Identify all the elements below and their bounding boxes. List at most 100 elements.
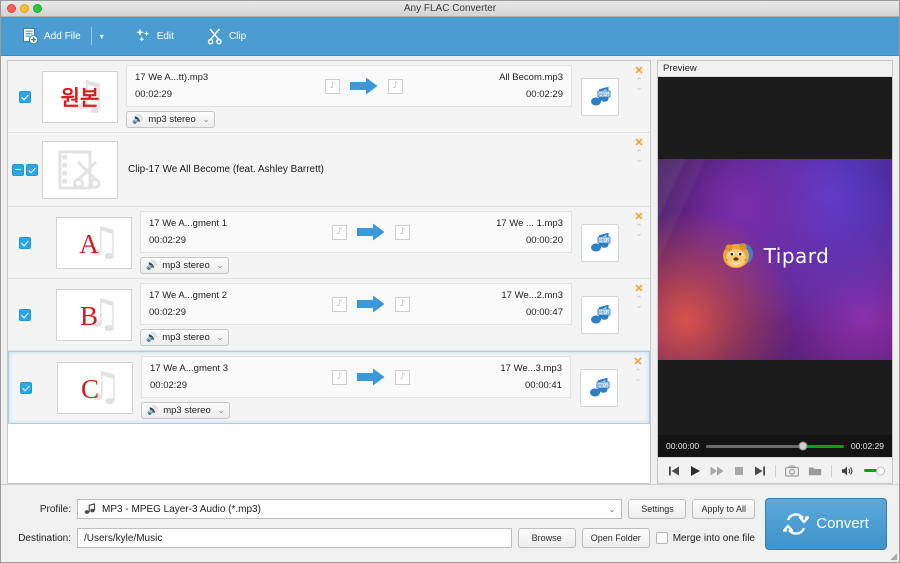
table-row[interactable]: ♫ A 17 We A...gment 1 00:02:29 ♪ ♪ 17 We… <box>8 207 650 279</box>
source-format-icon: ♪ <box>332 224 347 240</box>
leopard-logo-icon <box>722 243 753 268</box>
clip-button[interactable]: Clip <box>198 23 254 49</box>
profile-select[interactable]: MP3 - MPEG Layer-3 Audio (*.mp3) ⌄ <box>77 499 623 519</box>
row-checkbox[interactable] <box>19 236 31 249</box>
destination-input[interactable]: /Users/kyle/Music <box>77 528 512 548</box>
audio-track-select[interactable]: 🔊 mp3 stereo ⌄ <box>126 111 216 128</box>
speaker-icon: 🔊 <box>146 260 158 270</box>
source-filename: 17 We A...gment 1 <box>149 218 227 229</box>
resize-grip-icon[interactable]: ◢ <box>890 552 897 561</box>
output-format-cell[interactable]: MP3 <box>571 352 627 423</box>
window-title: Any FLAC Converter <box>403 2 497 14</box>
chevron-down-icon: ⌄ <box>202 115 210 124</box>
previous-button[interactable] <box>668 465 680 477</box>
reorder-row-icon[interactable]: ⌃ ⌄ <box>635 149 643 164</box>
row-select-cell <box>9 352 43 423</box>
chevron-down-icon: ⌄ <box>608 504 616 514</box>
row-thumbnail: ♫ C <box>57 361 133 414</box>
merge-label: Merge into one file <box>672 532 755 544</box>
remove-row-icon[interactable]: ✕ <box>634 212 643 223</box>
thumbnail-label: C <box>80 374 99 404</box>
reorder-row-icon[interactable]: ⌃ ⌄ <box>635 77 643 92</box>
remove-row-icon[interactable]: ✕ <box>634 284 643 295</box>
file-list-empty-area <box>8 424 650 483</box>
add-file-button[interactable]: Add File <box>13 23 89 49</box>
main-toolbar: Add File ▾ Edit Clip <box>1 17 899 56</box>
play-button[interactable] <box>689 465 701 477</box>
settings-button[interactable]: Settings <box>628 499 687 519</box>
film-scissors-icon <box>58 150 101 189</box>
reorder-row-icon[interactable]: ⌃ ⌄ <box>634 368 642 383</box>
row-conversion-summary: 17 We A...gment 1 00:02:29 ♪ ♪ 17 We ...… <box>140 211 572 253</box>
arrow-right-icon <box>350 77 378 95</box>
target-format-icon: ♪ <box>395 296 410 312</box>
profile-label: Profile: <box>39 503 71 515</box>
target-info: 17 We...2.mn3 00:00:47 <box>413 290 563 318</box>
output-format-cell[interactable]: MP3 <box>572 279 628 350</box>
audio-track-label: mp3 stereo <box>163 405 211 416</box>
output-format-box: MP3 <box>580 368 618 407</box>
table-row[interactable]: Clip-17 We All Become (feat. Ashley Barr… <box>8 133 650 207</box>
playback-seek-bar[interactable]: 00:00:00 00:02:29 <box>658 435 892 457</box>
destination-row: Destination: /Users/kyle/Music Browse Op… <box>11 528 755 548</box>
merge-into-one-file-checkbox[interactable]: Merge into one file <box>655 532 755 544</box>
stop-button[interactable] <box>733 465 745 477</box>
seek-track[interactable] <box>706 441 844 451</box>
file-list[interactable]: ♫ 원본 17 We A...tt).mp3 00:02:29 ♪ ♪ All … <box>7 60 651 484</box>
table-row[interactable]: ♫ B 17 We A...gment 2 00:02:29 ♪ ♪ 17 We… <box>8 279 650 351</box>
remove-row-icon[interactable]: ✕ <box>634 138 643 149</box>
row-conversion-summary: 17 We A...gment 3 00:02:29 ♪ ♪ 17 We...3… <box>141 356 571 398</box>
logo-text: Tipard <box>763 244 830 268</box>
merge-checkbox-box[interactable] <box>655 532 668 544</box>
seek-elapsed <box>706 444 803 448</box>
remove-row-icon[interactable]: ✕ <box>634 66 643 77</box>
preview-panel: Preview Tipard 00:00:00 00:02:29 <box>657 60 893 484</box>
preview-screen[interactable]: Tipard <box>658 77 892 435</box>
speaker-icon: 🔊 <box>132 114 144 124</box>
browse-button[interactable]: Browse <box>517 528 576 548</box>
fast-forward-button[interactable] <box>710 465 724 477</box>
audio-track-select[interactable]: 🔊 mp3 stereo ⌄ <box>140 257 230 274</box>
row-checkbox[interactable] <box>20 381 32 394</box>
edit-button[interactable]: Edit <box>126 23 182 49</box>
source-format-icon: ♪ <box>332 369 347 385</box>
output-format-cell[interactable]: MP3 <box>572 61 628 132</box>
open-folder-button[interactable]: Open Folder <box>581 528 650 548</box>
row-select-cell <box>8 279 42 350</box>
collapse-group-toggle[interactable] <box>12 163 24 176</box>
volume-icon[interactable] <box>841 465 855 477</box>
snapshot-button[interactable] <box>784 464 800 477</box>
group-checkbox[interactable] <box>26 163 38 176</box>
table-row[interactable]: ♫ 원본 17 We A...tt).mp3 00:02:29 ♪ ♪ All … <box>8 61 650 133</box>
audio-track-select[interactable]: 🔊 mp3 stereo ⌄ <box>140 329 230 346</box>
audio-track-select[interactable]: 🔊 mp3 stereo ⌄ <box>141 402 231 419</box>
volume-slider[interactable] <box>864 466 885 475</box>
preview-title: Preview <box>658 61 892 77</box>
convert-button[interactable]: Convert <box>765 497 887 550</box>
scissors-icon <box>206 27 224 45</box>
volume-handle[interactable] <box>876 466 885 475</box>
source-format-icon: ♪ <box>332 296 347 312</box>
reorder-row-icon[interactable]: ⌃ ⌄ <box>635 295 643 310</box>
row-checkbox[interactable] <box>19 90 31 103</box>
reorder-row-icon[interactable]: ⌃ ⌄ <box>635 223 643 238</box>
audio-track-label: mp3 stereo <box>148 114 196 125</box>
next-button[interactable] <box>754 465 766 477</box>
row-info: 17 We A...gment 1 00:02:29 ♪ ♪ 17 We ...… <box>132 207 572 278</box>
remove-row-icon[interactable]: ✕ <box>633 357 642 368</box>
seek-handle[interactable] <box>798 441 808 451</box>
output-format-cell[interactable]: MP3 <box>572 207 628 278</box>
output-format-box: MP3 <box>581 77 619 116</box>
row-checkbox[interactable] <box>19 308 31 321</box>
apply-to-all-button[interactable]: Apply to All <box>692 499 755 519</box>
source-info: 17 We A...gment 2 00:02:29 <box>149 290 329 318</box>
row-info: 17 We A...gment 2 00:02:29 ♪ ♪ 17 We...2… <box>132 279 572 350</box>
source-filename: 17 We A...gment 2 <box>149 290 227 301</box>
row-tools: ✕ ⌃ ⌄ <box>628 61 650 132</box>
svg-text:MP3: MP3 <box>599 309 609 315</box>
open-snapshot-folder-button[interactable] <box>808 465 822 477</box>
profile-row: Profile: MP3 - MPEG Layer-3 Audio (*.mp3… <box>11 499 755 519</box>
add-file-dropdown-button[interactable]: ▾ <box>94 28 110 45</box>
thumbnail-label: 원본 <box>60 85 100 110</box>
table-row[interactable]: ♫ C 17 We A...gment 3 00:02:29 ♪ ♪ 17 We… <box>8 351 650 424</box>
